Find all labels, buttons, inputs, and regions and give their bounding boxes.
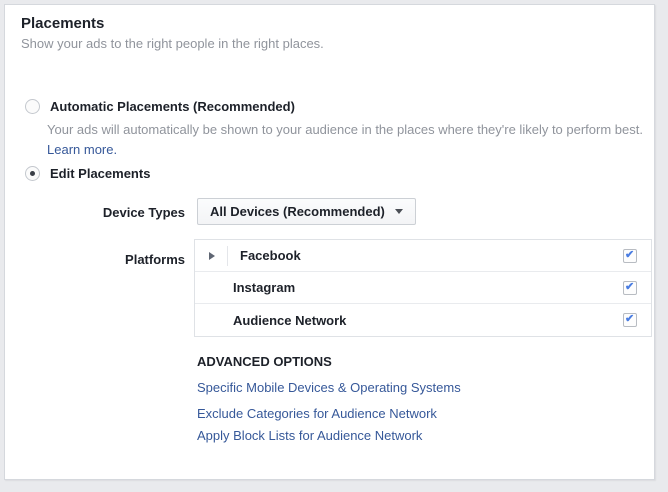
- device-types-label: Device Types: [102, 205, 185, 220]
- facebook-checkbox[interactable]: [623, 248, 637, 263]
- row-divider: [227, 245, 228, 266]
- platforms-table: Facebook Instagram Audience Network: [194, 239, 652, 337]
- expand-arrow-icon[interactable]: [209, 251, 215, 260]
- audience-network-checkbox[interactable]: [623, 312, 637, 327]
- edit-placements-label: Edit Placements: [50, 166, 151, 181]
- device-types-dropdown[interactable]: All Devices (Recommended): [197, 198, 416, 225]
- apply-block-lists-link[interactable]: Apply Block Lists for Audience Network: [197, 428, 422, 443]
- page-title: Placements: [21, 15, 105, 32]
- platform-name: Facebook: [240, 248, 301, 263]
- platform-row-audience-network[interactable]: Audience Network: [195, 304, 651, 336]
- platform-name: Instagram: [233, 280, 296, 295]
- automatic-placements-description: Your ads will automatically be shown to …: [47, 120, 647, 160]
- exclude-categories-link[interactable]: Exclude Categories for Audience Network: [197, 406, 437, 421]
- platform-name: Audience Network: [233, 312, 347, 328]
- automatic-placements-radio[interactable]: [25, 99, 40, 114]
- device-types-selected-value: All Devices (Recommended): [210, 204, 385, 219]
- platform-row-instagram[interactable]: Instagram: [195, 272, 651, 304]
- page-subtitle: Show your ads to the right people in the…: [21, 36, 324, 51]
- instagram-checkbox[interactable]: [623, 280, 637, 295]
- platform-row-facebook[interactable]: Facebook: [195, 240, 651, 272]
- advanced-options-heading: ADVANCED OPTIONS: [197, 354, 332, 369]
- chevron-down-icon: [394, 209, 403, 214]
- platforms-label: Platforms: [125, 252, 185, 267]
- edit-placements-radio[interactable]: [25, 166, 40, 181]
- placements-panel: Placements Show your ads to the right pe…: [4, 4, 655, 480]
- specific-mobile-devices-link[interactable]: Specific Mobile Devices & Operating Syst…: [197, 380, 461, 395]
- automatic-placements-option[interactable]: Automatic Placements (Recommended): [25, 99, 295, 114]
- description-text: Your ads will automatically be shown to …: [47, 122, 643, 137]
- automatic-placements-label: Automatic Placements (Recommended): [50, 99, 295, 114]
- learn-more-link[interactable]: Learn more.: [47, 142, 117, 157]
- edit-placements-option[interactable]: Edit Placements: [25, 166, 150, 181]
